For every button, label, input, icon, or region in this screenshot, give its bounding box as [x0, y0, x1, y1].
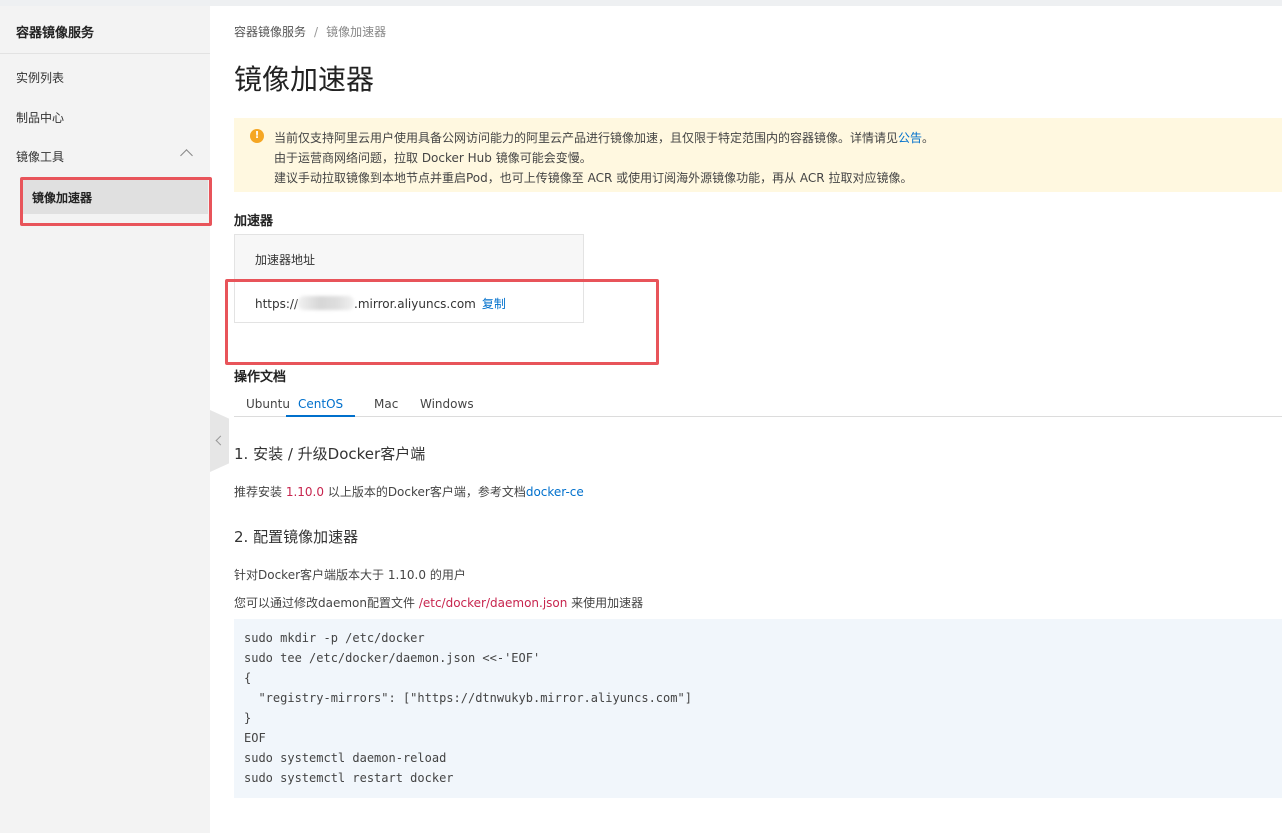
code-line: sudo systemctl daemon-reload: [244, 751, 447, 765]
notice-banner: ! 当前仅支持阿里云用户使用具备公网访问能力的阿里云产品进行镜像加速，且仅限于特…: [234, 118, 1282, 192]
sidebar-collapse-button[interactable]: [210, 410, 229, 472]
tab-windows[interactable]: Windows: [420, 397, 474, 417]
sidebar-item-artifact-center[interactable]: 制品中心: [16, 109, 64, 126]
code-block[interactable]: sudo mkdir -p /etc/docker sudo tee /etc/…: [234, 619, 1282, 798]
page-title: 镜像加速器: [234, 63, 375, 96]
os-tabs: Ubuntu CentOS Mac Windows: [234, 394, 1282, 417]
step2-line2-before: 您可以通过修改daemon配置文件: [234, 596, 419, 610]
notice-line-1-text: 当前仅支持阿里云用户使用具备公网访问能力的阿里云产品进行镜像加速，且仅限于特定范…: [274, 131, 899, 145]
breadcrumb-root[interactable]: 容器镜像服务: [234, 25, 306, 39]
tab-centos[interactable]: CentOS: [286, 397, 356, 417]
accelerator-url: https:// .mirror.aliyuncs.com 复制: [255, 295, 506, 312]
sidebar-divider: [0, 53, 210, 54]
step1-text-before: 推荐安装: [234, 485, 286, 499]
accelerator-card-header: 加速器地址: [235, 235, 583, 281]
accelerator-url-suffix: .mirror.aliyuncs.com: [354, 297, 476, 311]
accelerator-url-prefix: https://: [255, 297, 299, 311]
chevron-left-icon: [215, 435, 226, 446]
breadcrumb-separator: /: [314, 25, 319, 39]
sidebar: 容器镜像服务 实例列表 制品中心 镜像工具 镜像加速器: [0, 6, 210, 833]
step2-line2: 您可以通过修改daemon配置文件 /etc/docker/daemon.jso…: [234, 594, 643, 611]
breadcrumb: 容器镜像服务 / 镜像加速器: [234, 23, 386, 40]
step1-heading: 1. 安装 / 升级Docker客户端: [234, 445, 426, 463]
copy-button[interactable]: 复制: [482, 297, 506, 311]
breadcrumb-current: 镜像加速器: [326, 25, 387, 39]
chevron-up-icon: [180, 149, 193, 162]
notice-line-2: 由于运营商网络问题，拉取 Docker Hub 镜像可能会变慢。: [274, 151, 592, 165]
warning-icon: !: [250, 129, 264, 143]
sidebar-group-label: 镜像工具: [16, 150, 65, 164]
sidebar-item-instance-list[interactable]: 实例列表: [16, 69, 64, 86]
code-line: {: [244, 671, 252, 685]
step2-line2-after: 来使用加速器: [567, 596, 644, 610]
docs-section-title: 操作文档: [234, 370, 287, 385]
code-line: sudo systemctl restart docker: [244, 771, 454, 785]
step1-text-after: 以上版本的Docker客户端，参考文档: [324, 485, 526, 499]
step2-line1: 针对Docker客户端版本大于 1.10.0 的用户: [234, 568, 466, 582]
announcement-link[interactable]: 公告: [898, 131, 922, 145]
tab-mac[interactable]: Mac: [374, 397, 398, 417]
accelerator-section-title: 加速器: [234, 214, 274, 229]
notice-line-1: 当前仅支持阿里云用户使用具备公网访问能力的阿里云产品进行镜像加速，且仅限于特定范…: [274, 129, 934, 146]
docker-ce-link[interactable]: docker-ce: [526, 485, 584, 499]
code-line: EOF: [244, 731, 266, 745]
accelerator-card: 加速器地址 https:// .mirror.aliyuncs.com 复制: [234, 234, 584, 323]
step1-text: 推荐安装 1.10.0 以上版本的Docker客户端，参考文档docker-ce: [234, 483, 584, 500]
notice-line-3: 建议手动拉取镜像到本地节点并重启Pod，也可上传镜像至 ACR 或使用订阅海外源…: [274, 171, 913, 185]
accelerator-address-label: 加速器地址: [255, 253, 316, 267]
tab-ubuntu[interactable]: Ubuntu: [246, 397, 290, 417]
daemon-json-path: /etc/docker/daemon.json: [418, 596, 568, 610]
code-line: }: [244, 711, 252, 725]
step1-version: 1.10.0: [285, 485, 324, 499]
redacted-blur: [298, 296, 355, 310]
notice-line-1-end: 。: [922, 131, 935, 145]
sidebar-group-image-tools[interactable]: 镜像工具: [0, 148, 210, 166]
code-line: sudo mkdir -p /etc/docker: [244, 631, 425, 645]
sidebar-item-image-accelerator[interactable]: 镜像加速器: [22, 178, 208, 214]
sidebar-item-label: 镜像加速器: [32, 191, 93, 205]
code-line: sudo tee /etc/docker/daemon.json <<-'EOF…: [244, 651, 541, 665]
code-line: "registry-mirrors": ["https://dtnwukyb.m…: [244, 691, 692, 705]
sidebar-title: 容器镜像服务: [16, 26, 95, 41]
step2-heading: 2. 配置镜像加速器: [234, 528, 359, 546]
